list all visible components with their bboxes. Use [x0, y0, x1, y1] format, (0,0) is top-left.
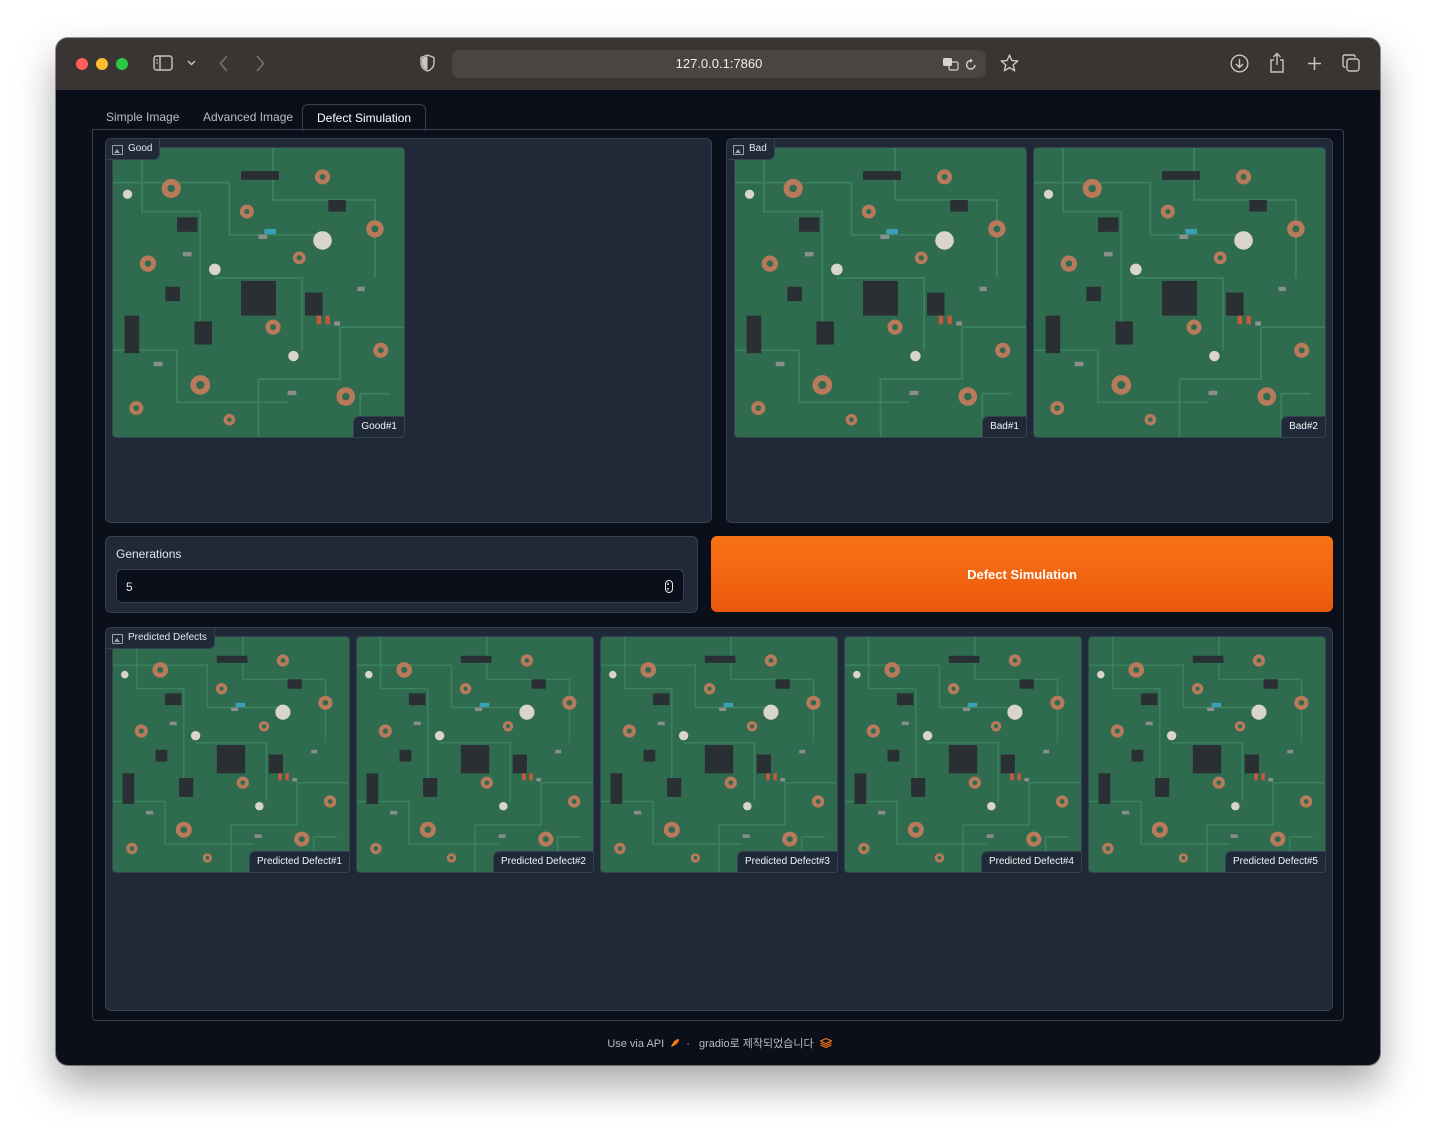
predicted-thumbnail-3[interactable]: Predicted Defect#3 — [600, 636, 838, 873]
thumbnail-caption: Predicted Defect#2 — [492, 851, 593, 872]
good-gallery-label: Good — [106, 139, 161, 160]
predicted-thumbnail-2[interactable]: Predicted Defect#2 — [356, 636, 594, 873]
back-icon[interactable] — [219, 55, 229, 72]
thumbnail-caption: Predicted Defect#4 — [980, 851, 1081, 872]
bad-gallery-label: Bad — [727, 139, 775, 160]
browser-toolbar: 127.0.0.1:7860 — [56, 38, 1380, 90]
predicted-thumbnail-4[interactable]: Predicted Defect#4 — [844, 636, 1082, 873]
forward-icon[interactable] — [255, 55, 265, 72]
generations-input[interactable]: 5 — [116, 569, 684, 603]
built-with-gradio-link[interactable]: gradio로 제작되었습니다 — [699, 1038, 814, 1050]
plus-icon[interactable] — [1307, 56, 1322, 71]
minimize-window-button[interactable] — [96, 58, 108, 70]
shield-icon[interactable] — [420, 54, 435, 72]
generations-value: 5 — [126, 580, 133, 594]
tabs-icon[interactable] — [1342, 54, 1360, 72]
pcb-image — [1034, 148, 1325, 437]
use-via-api-link[interactable]: Use via API — [607, 1038, 664, 1050]
star-icon[interactable] — [1000, 54, 1019, 72]
thumbnail-caption: Bad#2 — [1281, 416, 1325, 437]
image-icon — [733, 145, 744, 155]
good-thumbnail-1[interactable]: Good#1 — [112, 147, 405, 438]
close-window-button[interactable] — [76, 58, 88, 70]
chevron-down-icon[interactable] — [187, 60, 196, 66]
pcb-image — [1089, 637, 1325, 872]
image-icon — [112, 634, 123, 644]
pcb-image — [113, 148, 404, 437]
bad-thumbnail-2[interactable]: Bad#2 — [1033, 147, 1326, 438]
pcb-image — [845, 637, 1081, 872]
predicted-thumbnail-5[interactable]: Predicted Defect#5 — [1088, 636, 1326, 873]
footer-separator: · — [686, 1038, 690, 1050]
sidebar-icon[interactable] — [153, 55, 173, 71]
stepper-icon[interactable] — [665, 580, 673, 593]
generations-label: Generations — [116, 547, 182, 561]
generations-block: Generations 5 — [105, 536, 698, 613]
bad-thumbnail-1[interactable]: Bad#1 — [734, 147, 1027, 438]
defect-simulation-panel: Good Good#1 Bad Bad#1 Bad#2 Generations … — [92, 129, 1344, 1021]
footer: Use via API · gradio로 제작되었습니다 — [56, 1035, 1380, 1051]
pcb-image — [113, 637, 349, 872]
defect-simulation-button[interactable]: Defect Simulation — [711, 536, 1333, 612]
tab-defect-simulation[interactable]: Defect Simulation — [302, 104, 427, 131]
pcb-image — [357, 637, 593, 872]
thumbnail-caption: Predicted Defect#1 — [248, 851, 349, 872]
translate-icon[interactable] — [942, 57, 959, 71]
thumbnail-caption: Predicted Defect#5 — [1224, 851, 1325, 872]
predicted-defects-label: Predicted Defects — [106, 628, 215, 649]
browser-window: 127.0.0.1:7860 Simple Image Advanced Ima… — [56, 38, 1380, 1065]
address-bar[interactable]: 127.0.0.1:7860 — [452, 50, 986, 78]
share-icon[interactable] — [1269, 52, 1285, 73]
tab-advanced-image[interactable]: Advanced Image — [189, 104, 307, 130]
thumbnail-caption: Predicted Defect#3 — [736, 851, 837, 872]
predicted-thumbnail-1[interactable]: Predicted Defect#1 — [112, 636, 350, 873]
download-icon[interactable] — [1230, 54, 1249, 73]
predicted-defects-gallery: Predicted Defects Predicted Defect#1 Pre… — [105, 627, 1333, 1011]
bad-gallery: Bad Bad#1 Bad#2 — [726, 138, 1333, 523]
gradio-logo-icon — [818, 1037, 833, 1049]
pcb-image — [735, 148, 1026, 437]
image-icon — [112, 145, 123, 155]
pcb-image — [601, 637, 837, 872]
reload-icon[interactable] — [965, 58, 977, 71]
maximize-window-button[interactable] — [116, 58, 128, 70]
tab-simple-image[interactable]: Simple Image — [92, 104, 193, 130]
thumbnail-caption: Good#1 — [353, 416, 404, 437]
url-text: 127.0.0.1:7860 — [675, 56, 763, 71]
thumbnail-caption: Bad#1 — [982, 416, 1026, 437]
rocket-icon — [671, 1039, 680, 1047]
good-gallery: Good Good#1 — [105, 138, 712, 523]
